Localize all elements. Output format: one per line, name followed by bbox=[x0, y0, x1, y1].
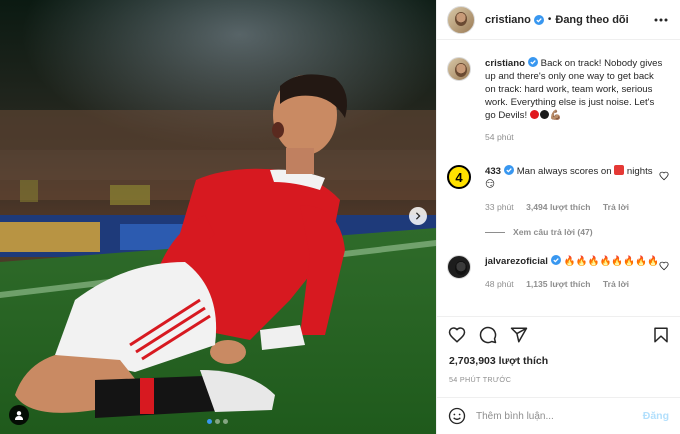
next-slide-button[interactable] bbox=[409, 207, 427, 225]
comment-likes[interactable]: 3,494 lượt thích bbox=[526, 202, 590, 212]
following-button[interactable]: Đang theo dõi bbox=[555, 14, 628, 26]
author-avatar[interactable] bbox=[447, 5, 475, 34]
post-header: cristiano • Đang theo dõi bbox=[437, 0, 680, 40]
comment-time[interactable]: 48 phút bbox=[485, 279, 514, 289]
chevron-right-icon bbox=[415, 212, 421, 220]
caption-meta: 54 phút bbox=[485, 131, 665, 144]
caption-time: 54 phút bbox=[485, 132, 514, 142]
comment-button[interactable] bbox=[479, 326, 497, 344]
comment-meta: 48 phút 1,135 lượt thích Trả lời bbox=[485, 278, 665, 291]
user-tag-icon bbox=[15, 411, 23, 420]
verified-icon bbox=[504, 165, 515, 175]
post-media[interactable] bbox=[0, 0, 436, 434]
user-tags-button[interactable] bbox=[9, 405, 29, 425]
more-options-icon bbox=[654, 18, 668, 22]
carousel-dot bbox=[215, 419, 220, 424]
author-username[interactable]: cristiano bbox=[485, 14, 531, 26]
separator-dot: • bbox=[547, 14, 552, 25]
commenter-avatar[interactable]: 4 bbox=[447, 165, 471, 189]
post-photo bbox=[0, 0, 436, 434]
comment-likes[interactable]: 1,135 lượt thích bbox=[526, 279, 590, 289]
red-circle-emoji bbox=[529, 110, 539, 119]
carousel-indicator bbox=[207, 419, 228, 424]
like-button[interactable] bbox=[448, 326, 466, 344]
reply-button[interactable]: Trả lời bbox=[603, 202, 629, 212]
view-replies-button[interactable]: Xem câu trả lời (47) bbox=[485, 227, 593, 237]
comment-input[interactable] bbox=[476, 410, 626, 422]
comments-list[interactable]: cristiano Back on track! Nobody gives up… bbox=[437, 41, 680, 315]
post-actions: 2,703,903 lượt thích 54 PHÚT TRƯỚC bbox=[437, 316, 680, 396]
save-button[interactable] bbox=[652, 326, 670, 344]
caption-body: cristiano Back on track! Nobody gives up… bbox=[485, 57, 665, 144]
view-replies-label: Xem câu trả lời (47) bbox=[513, 227, 593, 237]
comment-text: 🔥🔥🔥🔥🔥🔥🔥🔥 bbox=[563, 256, 660, 267]
verified-icon bbox=[550, 255, 561, 265]
post-timestamp: 54 PHÚT TRƯỚC bbox=[449, 375, 512, 384]
commenter-avatar[interactable] bbox=[447, 255, 471, 279]
post-modal: cristiano • Đang theo dõi cristiano Back… bbox=[0, 0, 680, 434]
heart-icon[interactable] bbox=[659, 261, 669, 271]
comment-icon bbox=[479, 326, 497, 344]
comment-text: Man always scores on bbox=[516, 166, 615, 177]
share-button[interactable] bbox=[510, 326, 528, 344]
carousel-dot bbox=[223, 419, 228, 424]
add-comment-bar: Đăng bbox=[437, 397, 680, 434]
save-icon bbox=[654, 327, 668, 343]
heart-icon[interactable] bbox=[659, 171, 669, 181]
more-options-button[interactable] bbox=[653, 12, 669, 28]
comment-time[interactable]: 33 phút bbox=[485, 202, 514, 212]
post-comment-button[interactable]: Đăng bbox=[643, 410, 669, 422]
comment-username[interactable]: jalvarezoficial bbox=[485, 256, 548, 267]
caption-username[interactable]: cristiano bbox=[485, 58, 525, 69]
black-circle-emoji bbox=[539, 110, 549, 119]
likes-count[interactable]: 2,703,903 lượt thích bbox=[449, 355, 548, 367]
comment-meta: 33 phút 3,494 lượt thích Trả lời bbox=[485, 201, 665, 214]
comment-body: jalvarezoficial 🔥🔥🔥🔥🔥🔥🔥🔥 48 phút 1,135 l… bbox=[485, 255, 665, 291]
calendar-emoji bbox=[614, 165, 625, 175]
comment-text-end: nights bbox=[624, 166, 653, 177]
carousel-dot-active bbox=[207, 419, 212, 424]
smile-emoji: 😏 bbox=[485, 179, 496, 190]
caption-avatar[interactable] bbox=[447, 57, 471, 81]
action-buttons bbox=[448, 326, 528, 344]
reply-button[interactable]: Trả lời bbox=[603, 279, 629, 289]
emoji-icon[interactable] bbox=[448, 407, 466, 425]
post-sidebar: cristiano • Đang theo dõi cristiano Back… bbox=[436, 0, 680, 434]
heart-icon bbox=[448, 327, 466, 343]
muscle-emoji: 💪🏽 bbox=[549, 110, 562, 121]
verified-icon bbox=[533, 14, 544, 25]
share-icon bbox=[510, 327, 528, 343]
verified-icon bbox=[528, 57, 538, 67]
comment-body: 433 Man always scores on nights 😏 33 phú… bbox=[485, 165, 665, 214]
comment-username[interactable]: 433 bbox=[485, 166, 501, 177]
